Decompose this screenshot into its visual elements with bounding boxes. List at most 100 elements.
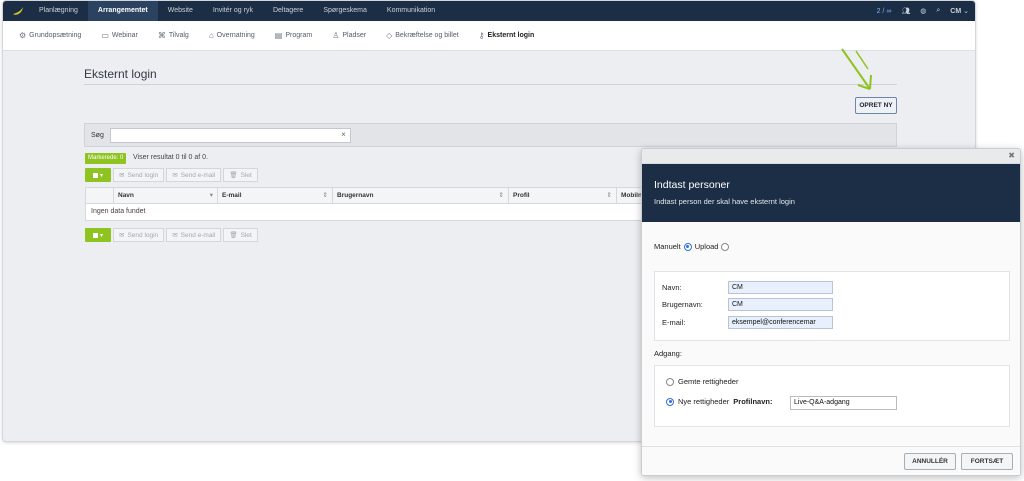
key-icon: ⚷ <box>478 31 485 40</box>
table-header: Navn ▾ E-mail ⇕ Brugernavn ⇕ Profil ⇕ Mobiln… <box>86 188 646 204</box>
subnav-item-grundopsaetning[interactable]: ⚙ Grundopsætning <box>9 31 91 40</box>
dialog-header: Indtast personer Indtast person der skal… <box>642 164 1020 222</box>
checkbox-icon <box>92 172 98 178</box>
chevron-down-icon: ⌄ <box>963 8 969 15</box>
sub-navigation: ⚙ Grundopsætning ▭ Webinar ⌘ Tilvalg ⌂ Overn… <box>3 21 975 51</box>
video-icon: ▭ <box>101 31 109 40</box>
column-profil[interactable]: Profil ⇕ <box>509 188 617 203</box>
sort-icon: ▾ <box>209 192 213 199</box>
subnav-item-tilvalg[interactable]: ⌘ Tilvalg <box>148 31 199 40</box>
action-row-bottom: ▾ ✉ Send login ✉ Send e-mail 🗑︎ Slet <box>85 228 258 242</box>
addons-icon: ⌘ <box>157 31 166 40</box>
topnav-item-planlaegning[interactable]: Planlægning <box>29 1 88 21</box>
dialog-title: Indtast personer <box>654 179 730 191</box>
search-bar: Søg × <box>84 123 897 147</box>
new-rights-radio[interactable] <box>666 397 674 406</box>
user-menu[interactable]: CM ⌄ <box>950 7 969 15</box>
send-email-button[interactable]: ✉ Send e-mail <box>166 228 222 242</box>
subnav-item-program[interactable]: ▤ Program <box>265 31 322 40</box>
cancel-button[interactable]: ANNULLÉR <box>904 453 956 470</box>
name-input[interactable]: CM <box>728 281 833 294</box>
mail-icon: ✉ <box>119 232 125 239</box>
delete-button[interactable]: 🗑︎ Slet <box>223 168 258 182</box>
manual-radio[interactable] <box>683 242 692 251</box>
saved-rights-label: Gemte rettigheder <box>678 377 739 386</box>
subnav-item-webinar[interactable]: ▭ Webinar <box>91 31 148 40</box>
username-input[interactable]: CM <box>728 298 833 311</box>
upload-radio[interactable] <box>721 242 730 251</box>
new-rights-option[interactable]: Nye rettigheder Profilnavn: <box>666 397 772 406</box>
title-divider <box>84 84 897 85</box>
sort-icon: ⇕ <box>606 192 612 199</box>
person-fields-panel: Navn: CM Brugernavn: CM E-mail: eksempel… <box>654 271 1010 341</box>
trash-icon: 🗑︎ <box>229 232 238 239</box>
profile-name-label: Profilnavn: <box>733 397 773 406</box>
trash-icon: 🗑︎ <box>229 172 238 179</box>
search-input[interactable]: × <box>109 127 351 143</box>
calendar-icon: ▤ <box>274 31 283 40</box>
email-label: E-mail: <box>662 318 686 327</box>
topnav-item-deltagere[interactable]: Deltagere <box>263 1 313 21</box>
continue-button[interactable]: FORTSÆT <box>961 453 1013 470</box>
dialog-footer: ANNULLÉR FORTSÆT <box>642 446 1020 475</box>
column-brugernavn[interactable]: Brugernavn ⇕ <box>333 188 509 203</box>
subnav-item-eksternt-login[interactable]: ⚷ Eksternt login <box>469 31 545 40</box>
profile-name-input[interactable]: Live-Q&A-adgang <box>790 396 897 410</box>
checkbox-icon <box>92 232 98 238</box>
name-label: Navn: <box>662 283 682 292</box>
saved-rights-option[interactable]: Gemte rettigheder <box>666 377 738 386</box>
chevron-down-icon: ▾ <box>99 232 103 239</box>
subnav-item-bekraeftelse[interactable]: ◇ Bekræftelse og billet <box>376 31 469 40</box>
mail-icon: ✉ <box>172 232 178 239</box>
topnav-item-arrangementet[interactable]: Arrangementet <box>87 1 158 21</box>
create-new-button[interactable]: OPRET NY <box>855 97 897 114</box>
column-select <box>86 188 114 203</box>
access-label: Adgang: <box>654 349 682 358</box>
results-table: Navn ▾ E-mail ⇕ Brugernavn ⇕ Profil ⇕ Mobiln… <box>85 187 646 221</box>
enter-persons-dialog: ✖ Indtast personer Indtast person der sk… <box>641 148 1021 476</box>
send-email-button[interactable]: ✉ Send e-mail <box>166 168 222 182</box>
subnav-item-overnatning[interactable]: ⌂ Overnatning <box>199 31 265 40</box>
username-label: Brugernavn: <box>662 300 703 309</box>
user-count: 2 / ∞ <box>876 7 892 15</box>
logo-icon[interactable] <box>7 1 29 21</box>
mail-icon: ✉ <box>119 172 125 179</box>
send-login-button[interactable]: ✉ Send login <box>113 228 165 242</box>
ticket-icon: ◇ <box>386 31 393 40</box>
column-navn[interactable]: Navn ▾ <box>114 188 218 203</box>
saved-rights-radio[interactable] <box>666 377 674 386</box>
topnav-item-website[interactable]: Website <box>158 1 203 21</box>
gear-icon: ⚙ <box>19 31 27 40</box>
empty-message: Ingen data fundet <box>91 208 146 215</box>
users-icon[interactable]: 👥︎ <box>901 7 910 15</box>
send-login-button[interactable]: ✉ Send login <box>113 168 165 182</box>
seat-icon: ♙ <box>332 31 340 40</box>
topnav-right: 2 / ∞ 👥︎ ◍ ⌕ CM ⌄ <box>877 1 969 21</box>
search-icon[interactable]: ⌕ <box>936 7 940 15</box>
topnav-item-kommunikation[interactable]: Kommunikation <box>377 1 445 21</box>
topnav-item-spoergeskema[interactable]: Spørgeskema <box>313 1 377 21</box>
select-all-button[interactable]: ▾ <box>85 168 111 182</box>
delete-button[interactable]: 🗑︎ Slet <box>223 228 258 242</box>
selected-badge: Markerede: 0 <box>85 153 127 164</box>
sort-icon: ⇕ <box>322 192 328 199</box>
new-rights-label: Nye rettigheder <box>678 397 730 406</box>
clear-icon[interactable]: × <box>341 130 346 139</box>
bed-icon: ⌂ <box>208 31 214 40</box>
column-mobil[interactable]: Mobilnu <box>617 188 646 203</box>
action-row-top: ▾ ✉ Send login ✉ Send e-mail 🗑︎ Slet <box>85 168 258 182</box>
email-input[interactable]: eksempel@conferencemar <box>728 316 833 329</box>
dialog-subtitle: Indtast person der skal have eksternt lo… <box>654 197 795 206</box>
page-title: Eksternt login <box>84 67 157 81</box>
column-email[interactable]: E-mail ⇕ <box>218 188 333 203</box>
input-mode-group: Manuelt Upload <box>654 242 730 251</box>
chevron-down-icon: ▾ <box>99 172 103 179</box>
top-navigation: Planlægning Arrangementet Website Invité… <box>3 1 975 21</box>
globe-icon[interactable]: ◍ <box>920 7 926 15</box>
result-info: Viser resultat 0 til 0 af 0. <box>133 154 208 161</box>
close-icon[interactable]: ✖ <box>1008 151 1015 160</box>
upload-label: Upload <box>694 242 719 251</box>
select-all-button[interactable]: ▾ <box>85 228 111 242</box>
topnav-item-inviter[interactable]: Invitér og ryk <box>203 1 263 21</box>
subnav-item-pladser[interactable]: ♙ Pladser <box>322 31 376 40</box>
